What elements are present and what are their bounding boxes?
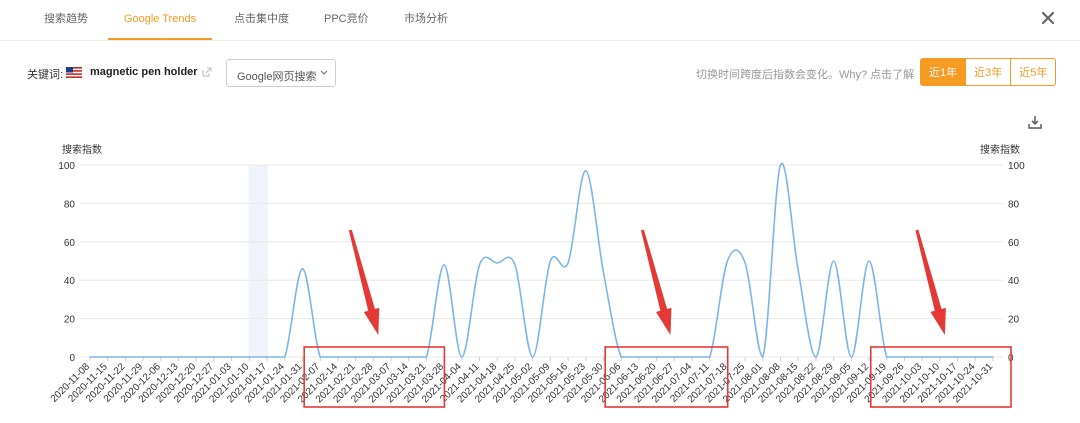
data-point [160,356,162,358]
data-point [266,356,268,358]
data-point [903,356,906,358]
chevron-down-icon [320,70,328,75]
data-point [709,356,711,358]
data-point [425,356,428,358]
data-point [850,356,852,358]
tab-bar: 搜索趋势 Google Trends 点击集中度 PPC竞价 市场分析 [0,0,1080,41]
data-point [496,262,498,264]
data-point [231,356,233,358]
data-point [779,164,782,166]
keyword-text: magnetic pen holder [90,66,198,78]
y-axis-title-left: 搜索指数 [62,143,102,156]
data-point [691,356,693,358]
tab-click-concentration[interactable]: 点击集中度 [234,0,289,38]
tab-ppc-bid[interactable]: PPC竞价 [324,0,369,38]
data-point [726,260,729,262]
data-point [567,262,569,264]
tab-search-trend[interactable]: 搜索趋势 [44,0,88,38]
y-tick-right: 80 [1008,199,1020,210]
y-tick-left: 60 [64,238,76,249]
source-select-value: Google网页搜索 [237,71,317,83]
data-point [886,356,888,358]
data-point [478,264,481,266]
y-tick-left: 100 [58,161,75,172]
data-point [195,356,197,358]
y-tick-right: 100 [1008,161,1025,172]
range-5y-button[interactable]: 近5年 [1011,58,1057,86]
data-point [89,356,91,358]
data-point [408,356,410,358]
data-point [585,170,587,172]
data-point [921,356,923,358]
data-point [744,262,746,264]
keyword-label: 关键词: [27,69,64,81]
data-point [602,271,605,274]
data-point [833,260,835,262]
data-point [461,356,463,358]
trend-chart-svg: 0 020 2040 4060 6080 80100 100 2020-11-082020-… [49,143,1025,408]
download-icon[interactable] [1027,114,1043,130]
data-point [797,270,799,272]
range-1y-button[interactable]: 近1年 [920,58,967,86]
data-point [974,356,976,358]
data-point [319,356,321,358]
data-point [638,356,640,358]
data-point [868,260,870,262]
tab-google-trends[interactable]: Google Trends [108,0,212,40]
y-tick-left: 80 [64,199,76,210]
series-line [90,162,993,358]
source-select[interactable]: Google网页搜索 [226,59,336,87]
annotation-arrow [348,229,380,335]
data-point [939,356,941,358]
data-point [514,264,516,266]
data-point [762,356,764,358]
y-tick-left: 20 [64,315,76,326]
y-axis-title-right: 搜索指数 [980,143,1020,156]
data-point [354,356,357,358]
us-flag-icon [66,67,82,78]
trend-chart: 0 0 20 20 40 40 60 60 80 80 100 100 2020-11-08 2020-… [0,135,1080,423]
data-point [124,356,127,358]
data-point [107,356,109,358]
data-point [301,268,304,270]
data-point [177,356,180,358]
data-point [992,356,994,358]
data-point [390,356,392,358]
data-point [673,356,675,358]
annotation-arrow [915,229,946,335]
y-tick-right: 20 [1008,315,1020,326]
keyword-row: 关键词: magnetic pen holder Google网页搜索 切换时间… [0,55,1080,89]
data-point [956,356,959,358]
data-point [284,356,286,358]
close-icon[interactable] [1040,10,1056,26]
data-point [620,356,622,358]
data-point [443,264,445,266]
data-point [815,356,817,358]
data-point [655,356,658,358]
annotation-arrow [640,229,672,335]
external-link-icon[interactable] [202,67,212,77]
data-point [532,356,534,358]
data-point [372,356,374,358]
tab-market-analysis[interactable]: 市场分析 [404,0,448,38]
highlight-band [248,165,268,357]
y-tick-right: 40 [1008,276,1020,287]
data-point [549,260,551,262]
y-tick-right: 60 [1008,238,1020,249]
data-point [248,356,250,358]
range-button-group: 近1年 近3年 近5年 [920,58,1057,86]
data-point [142,356,144,358]
timespan-hint[interactable]: 切换时间跨度后指数会变化。Why? 点击了解 [696,66,914,82]
y-tick-left: 0 [69,353,75,364]
y-tick-left: 40 [64,276,76,287]
range-3y-button[interactable]: 近3年 [966,58,1012,86]
data-point [337,356,339,358]
data-point [213,356,215,358]
